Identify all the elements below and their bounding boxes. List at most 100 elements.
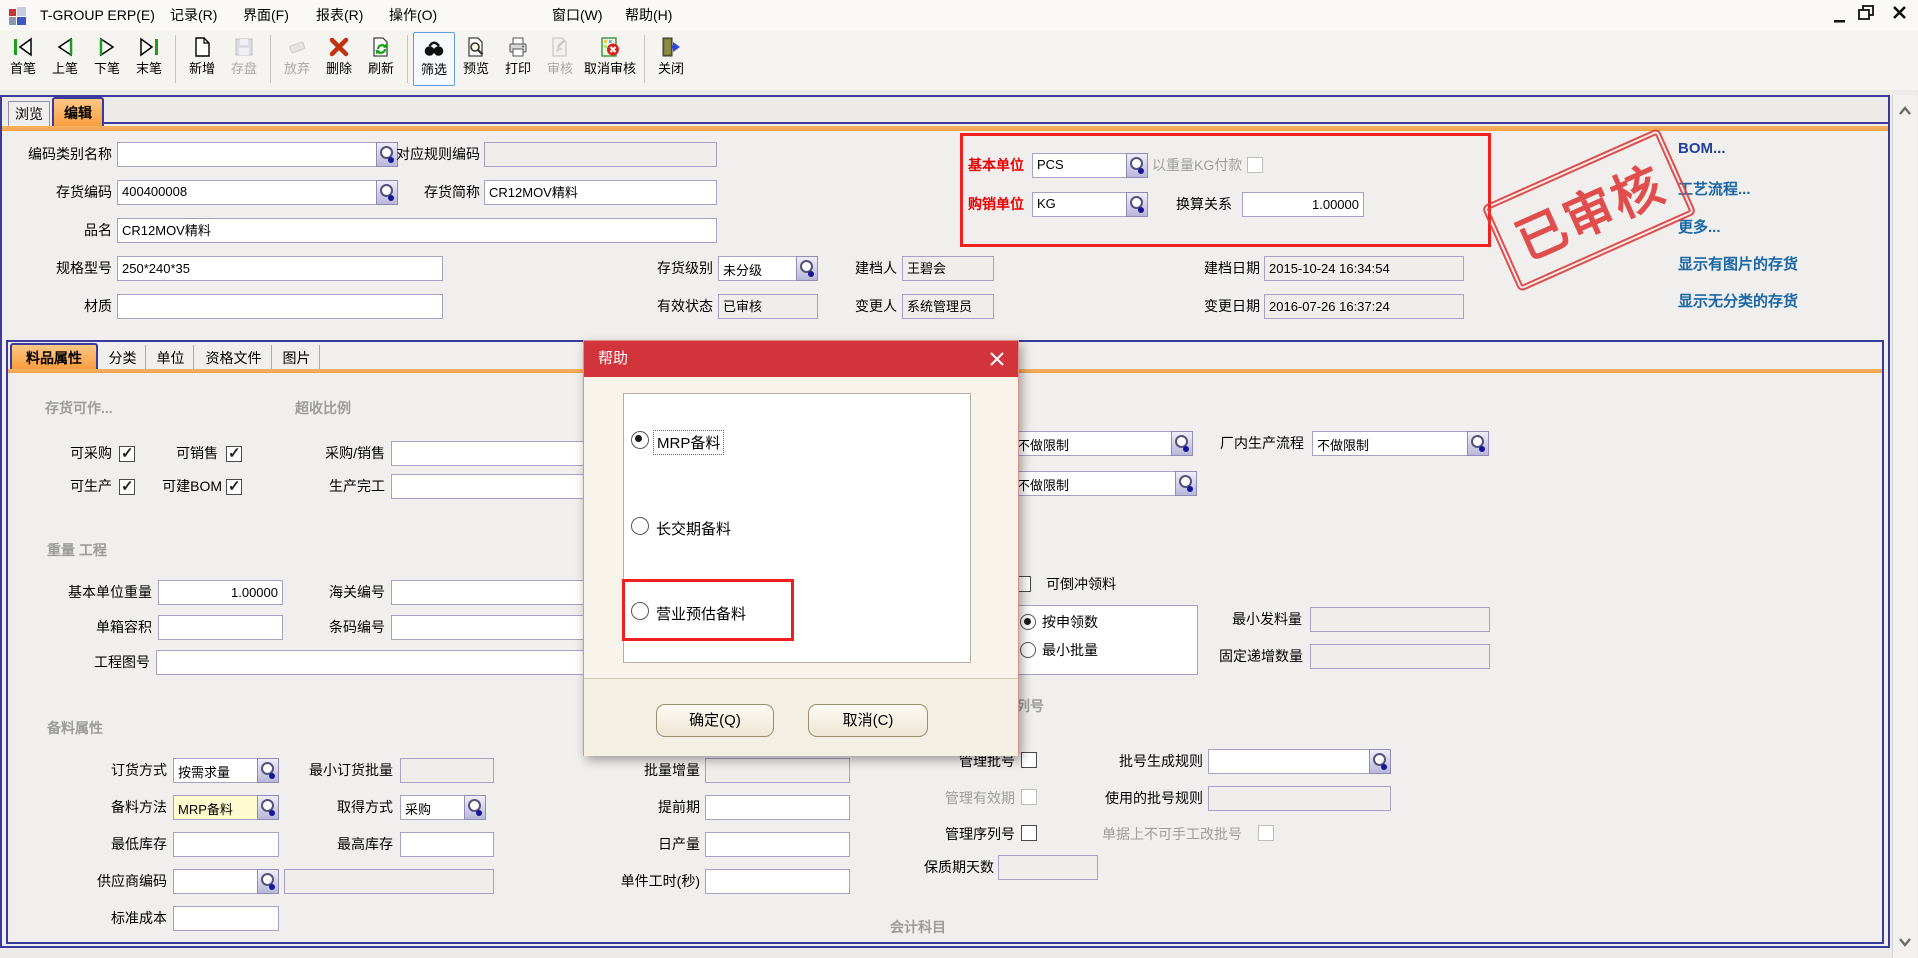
batch-rule-value[interactable] bbox=[1208, 749, 1369, 774]
level-combo[interactable]: 未分级 bbox=[718, 256, 818, 281]
lookup-icon[interactable] bbox=[1171, 431, 1193, 456]
item-name-field[interactable]: CR12MOV精料 bbox=[117, 218, 717, 243]
menu-item-report[interactable]: 报表(R) bbox=[316, 0, 363, 30]
daily-output-field[interactable] bbox=[705, 832, 850, 857]
supplier-code-combo[interactable] bbox=[173, 869, 279, 894]
subtab-units[interactable]: 单位 bbox=[148, 345, 194, 371]
code-category-value[interactable] bbox=[117, 142, 376, 167]
fixed-increment-label: 固定递增数量 bbox=[1203, 644, 1303, 669]
tab-edit[interactable]: 编辑 bbox=[52, 97, 104, 127]
limit2-combo[interactable]: 不做限制 bbox=[1012, 471, 1197, 496]
first-record-button[interactable]: 首笔 bbox=[2, 32, 44, 86]
acquire-mode-combo[interactable]: 采购 bbox=[400, 795, 486, 820]
dialog-close-icon[interactable] bbox=[986, 349, 1008, 369]
purchasable-checkbox[interactable] bbox=[119, 446, 135, 462]
refresh-button[interactable]: 刷新 bbox=[360, 32, 402, 86]
subtab-qualification[interactable]: 资格文件 bbox=[196, 345, 272, 371]
material-field[interactable] bbox=[117, 294, 443, 319]
lookup-icon[interactable] bbox=[1369, 749, 1391, 774]
subtab-item-attributes[interactable]: 料品属性 bbox=[10, 343, 98, 369]
menu-item-app[interactable]: T-GROUP ERP(E) bbox=[40, 0, 155, 30]
option-long-lead-label[interactable]: 长交期备料 bbox=[656, 518, 731, 539]
backup-method-combo[interactable]: MRP备料 bbox=[173, 795, 279, 820]
option-mrp-radio[interactable] bbox=[631, 431, 649, 449]
lookup-icon[interactable] bbox=[1175, 471, 1197, 496]
factory-flow-value[interactable]: 不做限制 bbox=[1312, 431, 1467, 456]
next-record-button[interactable]: 下笔 bbox=[86, 32, 128, 86]
more-link[interactable]: 更多... bbox=[1678, 216, 1721, 237]
backflush-label: 可倒冲领料 bbox=[1046, 572, 1146, 597]
acquire-mode-value[interactable]: 采购 bbox=[400, 795, 464, 820]
tab-browse[interactable]: 浏览 bbox=[8, 101, 50, 126]
item-code-combo[interactable]: 400400008 bbox=[117, 180, 398, 205]
restore-button[interactable] bbox=[1858, 5, 1880, 25]
unit-hours-field[interactable] bbox=[705, 869, 850, 894]
batch-rule-combo[interactable] bbox=[1208, 749, 1391, 774]
close-button[interactable]: 关闭 bbox=[650, 32, 692, 86]
spec-field[interactable]: 250*240*35 bbox=[117, 256, 443, 281]
menu-item-action[interactable]: 操作(O) bbox=[389, 0, 437, 30]
box-volume-field[interactable] bbox=[158, 615, 283, 640]
vertical-scrollbar[interactable] bbox=[1892, 95, 1917, 958]
ok-button[interactable]: 确定(Q) bbox=[656, 704, 774, 737]
save-button: 存盘 bbox=[223, 32, 265, 86]
subtab-classification[interactable]: 分类 bbox=[100, 345, 146, 371]
delete-button[interactable]: 删除 bbox=[318, 32, 360, 86]
last-record-button[interactable]: 末笔 bbox=[128, 32, 170, 86]
close-window-icon[interactable] bbox=[1892, 5, 1914, 25]
menu-item-ui[interactable]: 界面(F) bbox=[243, 0, 289, 30]
menu-item-record[interactable]: 记录(R) bbox=[170, 0, 217, 30]
option-mrp-label[interactable]: MRP备料 bbox=[654, 431, 723, 454]
limit2-value[interactable]: 不做限制 bbox=[1012, 471, 1175, 496]
lead-time-field[interactable] bbox=[705, 795, 850, 820]
std-cost-field[interactable] bbox=[173, 906, 279, 931]
bom-link[interactable]: BOM... bbox=[1678, 140, 1726, 157]
erp-window: T-GROUP ERP(E) 记录(R) 界面(F) 报表(R) 操作(O) 窗… bbox=[0, 0, 1918, 958]
abandon-button: 放弃 bbox=[276, 32, 318, 86]
backup-method-value[interactable]: MRP备料 bbox=[173, 795, 257, 820]
lookup-icon[interactable] bbox=[257, 758, 279, 783]
base-unit-weight-field[interactable]: 1.00000 bbox=[158, 580, 283, 605]
menu-item-window[interactable]: 窗口(W) bbox=[552, 0, 603, 30]
level-value[interactable]: 未分级 bbox=[718, 256, 796, 281]
factory-flow-combo[interactable]: 不做限制 bbox=[1312, 431, 1489, 456]
issue-min-batch-radio[interactable] bbox=[1020, 642, 1036, 658]
scroll-up-icon[interactable] bbox=[1893, 99, 1917, 123]
producible-checkbox[interactable] bbox=[119, 479, 135, 495]
max-stock-field[interactable] bbox=[400, 832, 494, 857]
manage-batch-checkbox[interactable] bbox=[1021, 752, 1037, 768]
cancel-button[interactable]: 取消(C) bbox=[808, 704, 928, 737]
lookup-icon[interactable] bbox=[1467, 431, 1489, 456]
show-with-image-link[interactable]: 显示有图片的存货 bbox=[1678, 253, 1798, 274]
order-mode-value[interactable]: 按需求量 bbox=[173, 758, 257, 783]
supplier-name-field bbox=[284, 869, 494, 894]
preview-button[interactable]: 预览 bbox=[455, 32, 497, 86]
bomable-checkbox[interactable] bbox=[226, 479, 242, 495]
code-category-combo[interactable] bbox=[117, 142, 398, 167]
limit1-combo[interactable]: 不做限制 bbox=[1012, 431, 1193, 456]
new-button[interactable]: 新增 bbox=[181, 32, 223, 86]
lookup-icon[interactable] bbox=[257, 795, 279, 820]
show-unclassified-link[interactable]: 显示无分类的存货 bbox=[1678, 290, 1798, 311]
sellable-checkbox[interactable] bbox=[226, 446, 242, 462]
print-button[interactable]: 打印 bbox=[497, 32, 539, 86]
manage-serial-checkbox[interactable] bbox=[1021, 825, 1037, 841]
lookup-icon[interactable] bbox=[464, 795, 486, 820]
supplier-code-value[interactable] bbox=[173, 869, 257, 894]
limit1-value[interactable]: 不做限制 bbox=[1012, 431, 1171, 456]
issue-by-request-radio[interactable] bbox=[1020, 614, 1036, 630]
menu-item-help[interactable]: 帮助(H) bbox=[625, 0, 672, 30]
level-label: 存货级别 bbox=[613, 256, 713, 281]
filter-button[interactable]: 筛选 bbox=[413, 32, 455, 86]
order-mode-combo[interactable]: 按需求量 bbox=[173, 758, 279, 783]
scroll-down-icon[interactable] bbox=[1893, 930, 1917, 954]
prev-record-button[interactable]: 上笔 bbox=[44, 32, 86, 86]
lookup-icon[interactable] bbox=[257, 869, 279, 894]
item-code-value[interactable]: 400400008 bbox=[117, 180, 376, 205]
subtab-images[interactable]: 图片 bbox=[274, 345, 320, 371]
min-stock-field[interactable] bbox=[173, 832, 279, 857]
option-long-lead-radio[interactable] bbox=[631, 517, 649, 535]
item-abbr-field[interactable]: CR12MOV精料 bbox=[484, 180, 717, 205]
cancel-audit-button[interactable]: 取消审核 bbox=[581, 32, 639, 86]
minimize-button[interactable] bbox=[1830, 4, 1850, 24]
